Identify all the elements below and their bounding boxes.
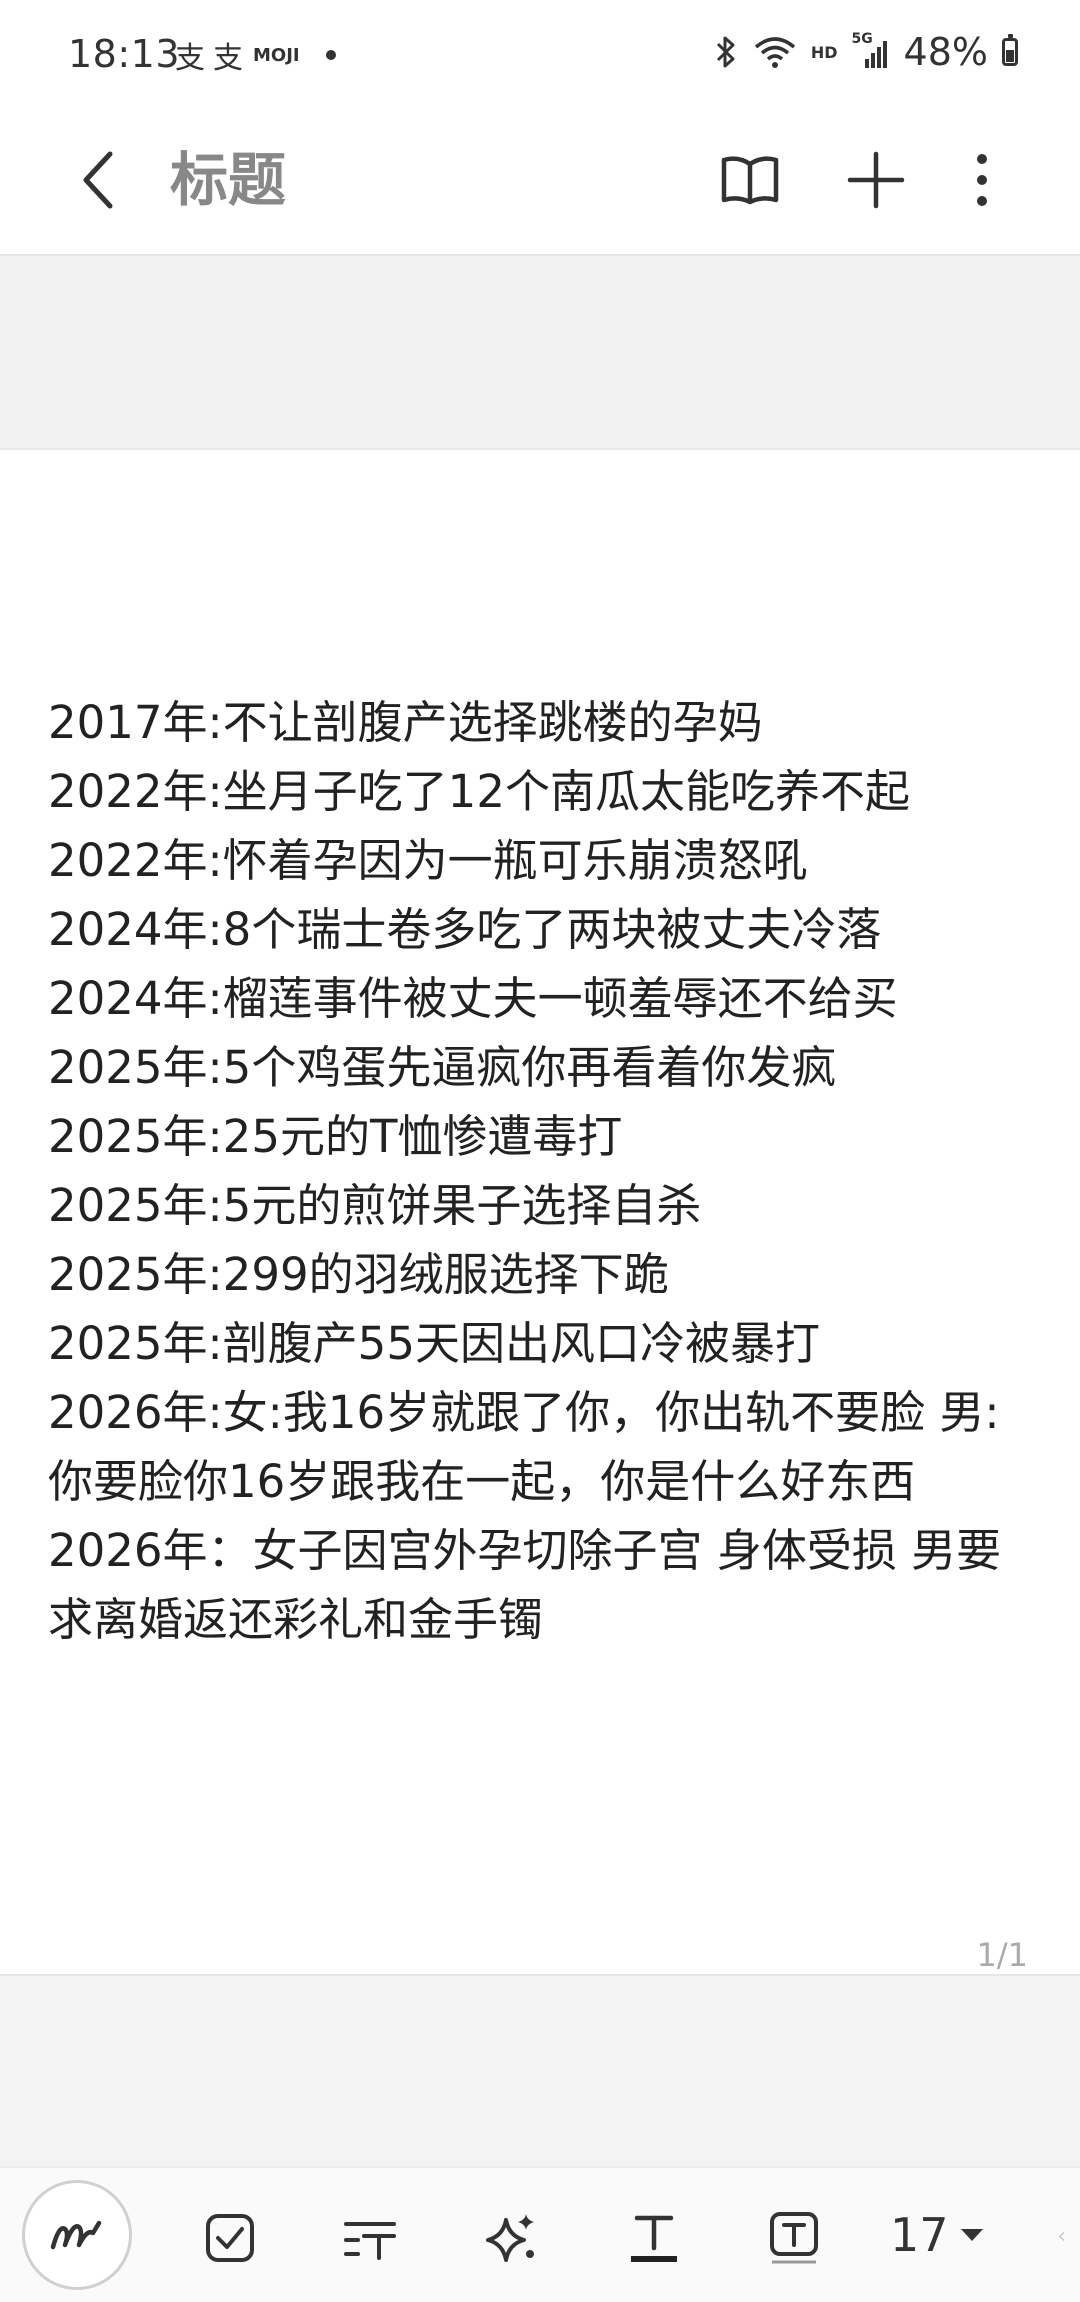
alipay-notification-icon-2: 支 [213, 41, 243, 76]
text-color-button[interactable] [606, 2190, 702, 2286]
status-bar: 18:13 支 支 MOJI HD 5G 48% [0, 0, 1080, 110]
text-underline-icon [631, 2215, 677, 2262]
status-time: 18:13 [68, 32, 181, 76]
text-format-button[interactable] [322, 2190, 418, 2286]
note-line: 2026年：女子因宫外孕切除子宫 身体受损 男要求离婚返还彩礼和金手镯 [48, 1524, 1002, 1646]
note-line: 2025年:剖腹产55天因出风口冷被暴打 [48, 1317, 820, 1370]
chevron-down-icon [960, 2229, 983, 2241]
wifi-icon [754, 37, 795, 68]
back-arrow-icon [83, 151, 113, 209]
text-style-icon [344, 2222, 396, 2260]
handwriting-button[interactable] [22, 2180, 132, 2290]
reading-mode-button[interactable] [710, 140, 790, 220]
note-line: 2024年:榴莲事件被丈夫一顿羞辱还不给买 [48, 972, 898, 1025]
sparkle-icon [486, 2214, 534, 2262]
editing-toolbar: 17 ‹ [0, 2166, 1080, 2302]
status-notification-icons: 支 支 MOJI [175, 38, 336, 76]
alipay-notification-icon: 支 [175, 41, 205, 76]
more-vertical-icon [977, 154, 987, 206]
note-line: 2025年:25元的T恤惨遭毒打 [48, 1110, 623, 1163]
note-line: 2024年:8个瑞士卷多吃了两块被丈夫冷落 [48, 903, 882, 956]
page-counter: 1/1 [976, 1936, 1029, 1974]
status-system-icons: HD 5G 48% [713, 30, 1018, 74]
checkbox-button[interactable] [182, 2190, 278, 2286]
back-button[interactable] [58, 140, 138, 220]
note-line: 2017年:不让剖腹产选择跳楼的孕妈 [48, 696, 763, 749]
pen-handwriting-icon [50, 2220, 102, 2250]
font-size-selector[interactable]: 17 [890, 2208, 983, 2262]
more-notifications-dot-icon [325, 50, 336, 60]
ai-assist-button[interactable] [464, 2190, 560, 2286]
checkbox-icon [206, 2214, 254, 2262]
bluetooth-icon [716, 36, 735, 68]
font-size-value: 17 [890, 2208, 949, 2262]
more-options-button[interactable] [942, 140, 1022, 220]
text-box-icon [770, 2212, 818, 2264]
note-app-bar: 标题 [0, 110, 1080, 256]
moji-weather-icon: MOJI [253, 44, 300, 66]
page-bottom-band [0, 1974, 1080, 2168]
page-separator-band [0, 256, 1080, 450]
book-icon [721, 156, 779, 205]
note-title[interactable]: 标题 [170, 140, 286, 220]
add-button[interactable] [836, 140, 916, 220]
note-line: 2026年:女:我16岁就跟了你，你出轨不要脸 男:你要脸你16岁跟我在一起，你… [48, 1386, 1000, 1508]
battery-percentage: 48% [903, 30, 988, 74]
note-line: 2025年:299的羽绒服选择下跪 [48, 1248, 669, 1301]
text-box-button[interactable] [746, 2190, 842, 2286]
note-body[interactable]: 2017年:不让剖腹产选择跳楼的孕妈 2022年:坐月子吃了12个南瓜太能吃养不… [48, 688, 1018, 1654]
note-line: 2022年:怀着孕因为一瓶可乐崩溃怒吼 [48, 834, 808, 887]
hd-voice-indicator: HD [810, 42, 838, 62]
note-line: 2025年:5个鸡蛋先逼疯你再看着你发疯 [48, 1041, 837, 1094]
plus-icon [847, 151, 905, 209]
note-line: 2022年:坐月子吃了12个南瓜太能吃养不起 [48, 765, 910, 818]
note-line: 2025年:5元的煎饼果子选择自杀 [48, 1179, 702, 1232]
battery-icon [1002, 34, 1018, 66]
cellular-signal-icon: 5G [852, 31, 890, 69]
chevron-left-icon[interactable]: ‹ [1057, 2224, 1066, 2249]
